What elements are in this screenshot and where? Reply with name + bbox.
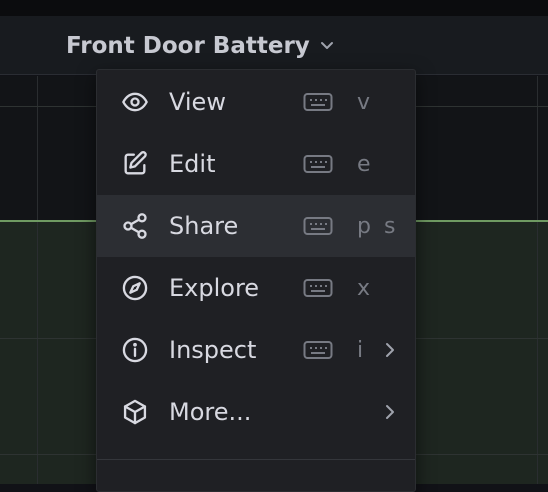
panel-header: Front Door Battery	[0, 16, 548, 75]
menu-item-label: Share	[169, 212, 239, 240]
menu-item-share[interactable]: Share p s	[97, 195, 415, 257]
shortcut-hint: v	[357, 89, 374, 115]
menu-item-inspect[interactable]: Inspect i	[97, 319, 415, 381]
menu-divider	[97, 459, 415, 460]
grid-line	[37, 76, 38, 484]
share-icon	[121, 212, 149, 240]
menu-item-more[interactable]: More...	[97, 381, 415, 443]
menu-item-edit[interactable]: Edit e	[97, 133, 415, 195]
menu-item-label: Edit	[169, 150, 216, 178]
info-circle-icon	[121, 336, 149, 364]
chevron-down-icon	[320, 41, 334, 51]
grid-line	[537, 76, 538, 484]
edit-icon	[121, 150, 149, 178]
panel-menu: View v Edit e Share p s Explore x Inspec…	[96, 69, 416, 492]
shortcut-hint: i	[357, 337, 367, 363]
menu-item-view[interactable]: View v	[97, 71, 415, 133]
menu-item-label: More...	[169, 398, 252, 426]
keyboard-icon	[303, 339, 333, 361]
menu-item-explore[interactable]: Explore x	[97, 257, 415, 319]
chevron-right-icon	[383, 401, 397, 423]
shortcut-hint: x	[357, 275, 374, 301]
compass-icon	[121, 274, 149, 302]
keyboard-icon	[303, 153, 333, 175]
menu-item-label: Inspect	[169, 336, 257, 364]
keyboard-icon	[303, 277, 333, 299]
chevron-right-icon	[383, 339, 397, 361]
keyboard-icon	[303, 91, 333, 113]
shortcut-hint: p s	[357, 213, 399, 239]
shortcut-hint: e	[357, 151, 374, 177]
panel-title: Front Door Battery	[66, 33, 310, 59]
panel-title-button[interactable]: Front Door Battery	[66, 33, 334, 59]
menu-item-label: View	[169, 88, 226, 116]
keyboard-icon	[303, 215, 333, 237]
cube-icon	[121, 398, 149, 426]
eye-icon	[121, 88, 149, 116]
menu-item-label: Explore	[169, 274, 260, 302]
top-strip	[0, 0, 548, 16]
